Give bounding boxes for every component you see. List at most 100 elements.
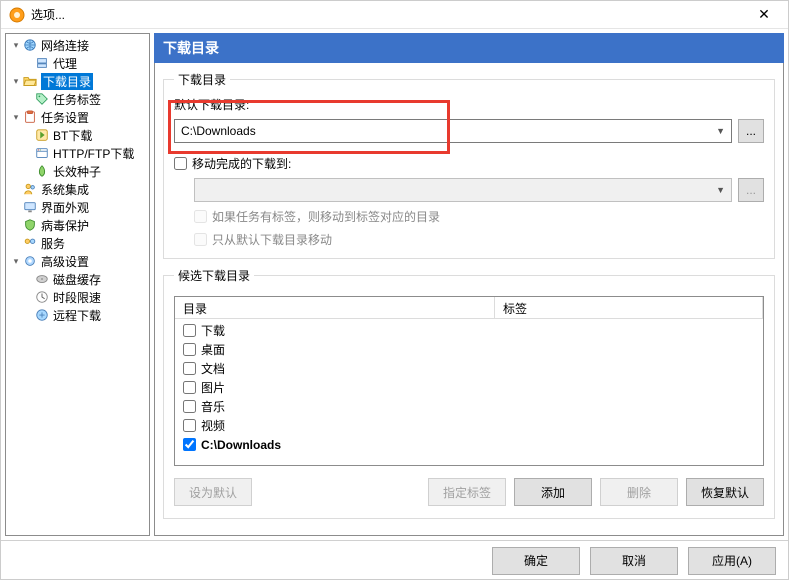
chevron-down-icon: ▼ [716, 126, 725, 136]
table-row[interactable]: 桌面 [179, 340, 759, 359]
label: 服务 [41, 235, 65, 252]
label: 长效种子 [53, 163, 101, 180]
row-checkbox[interactable] [183, 438, 196, 451]
row-label: 音乐 [201, 398, 225, 415]
main-panel: 下载目录 下载目录 默认下载目录: C:\Downloads ▼ ... 移动完… [154, 33, 784, 536]
folder-open-icon [22, 73, 38, 89]
sidebar-item-bt[interactable]: BT下载 [6, 126, 149, 144]
if-tag-label: 如果任务有标签，则移动到标签对应的目录 [212, 208, 440, 225]
label: 代理 [53, 55, 77, 72]
globe-icon [22, 37, 38, 53]
sidebar-item-network[interactable]: ▾ 网络连接 [6, 36, 149, 54]
monitor-icon [22, 199, 38, 215]
sidebar-item-appearance[interactable]: 界面外观 [6, 198, 149, 216]
chevron-down-icon: ▼ [716, 185, 725, 195]
row-checkbox[interactable] [183, 362, 196, 375]
bt-icon [34, 127, 50, 143]
reset-button[interactable]: 恢复默认 [686, 478, 764, 506]
table-row[interactable]: 音乐 [179, 397, 759, 416]
sidebar-item-download-dir[interactable]: ▾ 下载目录 [6, 72, 149, 90]
default-dir-combo[interactable]: C:\Downloads ▼ [174, 119, 732, 143]
shield-icon [22, 217, 38, 233]
clock-icon [34, 289, 50, 305]
disk-icon [34, 271, 50, 287]
label: 时段限速 [53, 289, 101, 306]
users-icon [22, 181, 38, 197]
panel-title: 下载目录 [154, 33, 784, 63]
sidebar-item-system[interactable]: 系统集成 [6, 180, 149, 198]
fieldset-legend: 候选下载目录 [174, 267, 254, 284]
row-checkbox[interactable] [183, 381, 196, 394]
sidebar-item-remote[interactable]: 远程下载 [6, 306, 149, 324]
set-default-button: 设为默认 [174, 478, 252, 506]
window-title: 选项... [31, 6, 748, 23]
sidebar-item-task-tags[interactable]: 任务标签 [6, 90, 149, 108]
browse-default-dir-button[interactable]: ... [738, 119, 764, 143]
panel-body: 下载目录 默认下载目录: C:\Downloads ▼ ... 移动完成的下载到… [154, 63, 784, 536]
titlebar: 选项... ✕ [1, 1, 788, 29]
set-tag-button: 指定标签 [428, 478, 506, 506]
sidebar-item-http[interactable]: HTTP/FTP下载 [6, 144, 149, 162]
gear-icon [22, 253, 38, 269]
expand-icon[interactable]: ▾ [10, 256, 22, 267]
add-button[interactable]: 添加 [514, 478, 592, 506]
move-done-label: 移动完成的下载到: [192, 155, 291, 172]
label: 任务设置 [41, 109, 89, 126]
remote-icon [34, 307, 50, 323]
sidebar-item-seed[interactable]: 长效种子 [6, 162, 149, 180]
http-icon [34, 145, 50, 161]
sidebar-item-advanced[interactable]: ▾ 高级设置 [6, 252, 149, 270]
delete-button: 删除 [600, 478, 678, 506]
close-button[interactable]: ✕ [748, 1, 780, 29]
sidebar-item-schedule[interactable]: 时段限速 [6, 288, 149, 306]
only-default-label: 只从默认下载目录移动 [212, 231, 332, 248]
sidebar-tree[interactable]: ▾ 网络连接 代理 ▾ 下载目录 任务标签 ▾ 任务设置 BT下载 HTT [5, 33, 150, 536]
move-done-checkbox[interactable] [174, 157, 187, 170]
label: 系统集成 [41, 181, 89, 198]
candidate-table[interactable]: 目录 标签 下载桌面文档图片音乐视频 C:\Downloads [174, 296, 764, 466]
download-dir-fieldset: 下载目录 默认下载目录: C:\Downloads ▼ ... 移动完成的下载到… [163, 71, 775, 259]
expand-icon[interactable]: ▾ [10, 112, 22, 123]
seed-icon [34, 163, 50, 179]
table-row[interactable]: 图片 [179, 378, 759, 397]
table-header: 目录 标签 [175, 297, 763, 319]
row-label: 视频 [201, 417, 225, 434]
table-row[interactable]: 视频 [179, 416, 759, 435]
label: 网络连接 [41, 37, 89, 54]
users-icon [22, 235, 38, 251]
row-checkbox[interactable] [183, 419, 196, 432]
label: 磁盘缓存 [53, 271, 101, 288]
cancel-button[interactable]: 取消 [590, 547, 678, 575]
candidate-buttons: 设为默认 指定标签 添加 删除 恢复默认 [174, 478, 764, 506]
table-body: 下载桌面文档图片音乐视频 C:\Downloads [175, 319, 763, 456]
table-row[interactable]: 下载 [179, 321, 759, 340]
ok-button[interactable]: 确定 [492, 547, 580, 575]
only-default-checkbox [194, 233, 207, 246]
content: ▾ 网络连接 代理 ▾ 下载目录 任务标签 ▾ 任务设置 BT下载 HTT [1, 29, 788, 540]
sidebar-item-antivirus[interactable]: 病毒保护 [6, 216, 149, 234]
browse-move-done-button: ... [738, 178, 764, 202]
expand-icon[interactable]: ▾ [10, 76, 22, 87]
expand-icon[interactable]: ▾ [10, 40, 22, 51]
tag-icon [34, 91, 50, 107]
row-checkbox[interactable] [183, 343, 196, 356]
label: 病毒保护 [41, 217, 89, 234]
table-row[interactable]: C:\Downloads [179, 435, 759, 454]
sidebar-item-proxy[interactable]: 代理 [6, 54, 149, 72]
if-tag-checkbox [194, 210, 207, 223]
sidebar-item-services[interactable]: 服务 [6, 234, 149, 252]
apply-button[interactable]: 应用(A) [688, 547, 776, 575]
table-row[interactable]: 文档 [179, 359, 759, 378]
sidebar-item-disk-cache[interactable]: 磁盘缓存 [6, 270, 149, 288]
col-dir[interactable]: 目录 [175, 297, 495, 318]
row-checkbox[interactable] [183, 400, 196, 413]
label: BT下载 [53, 127, 92, 144]
label: 下载目录 [41, 73, 93, 90]
row-label: 桌面 [201, 341, 225, 358]
dialog-footer: 确定 取消 应用(A) [1, 540, 788, 580]
row-label: C:\Downloads [201, 438, 281, 452]
col-tag[interactable]: 标签 [495, 297, 763, 318]
row-checkbox[interactable] [183, 324, 196, 337]
candidate-dir-fieldset: 候选下载目录 目录 标签 下载桌面文档图片音乐视频 C:\Downloads 设为… [163, 267, 775, 519]
sidebar-item-task-settings[interactable]: ▾ 任务设置 [6, 108, 149, 126]
